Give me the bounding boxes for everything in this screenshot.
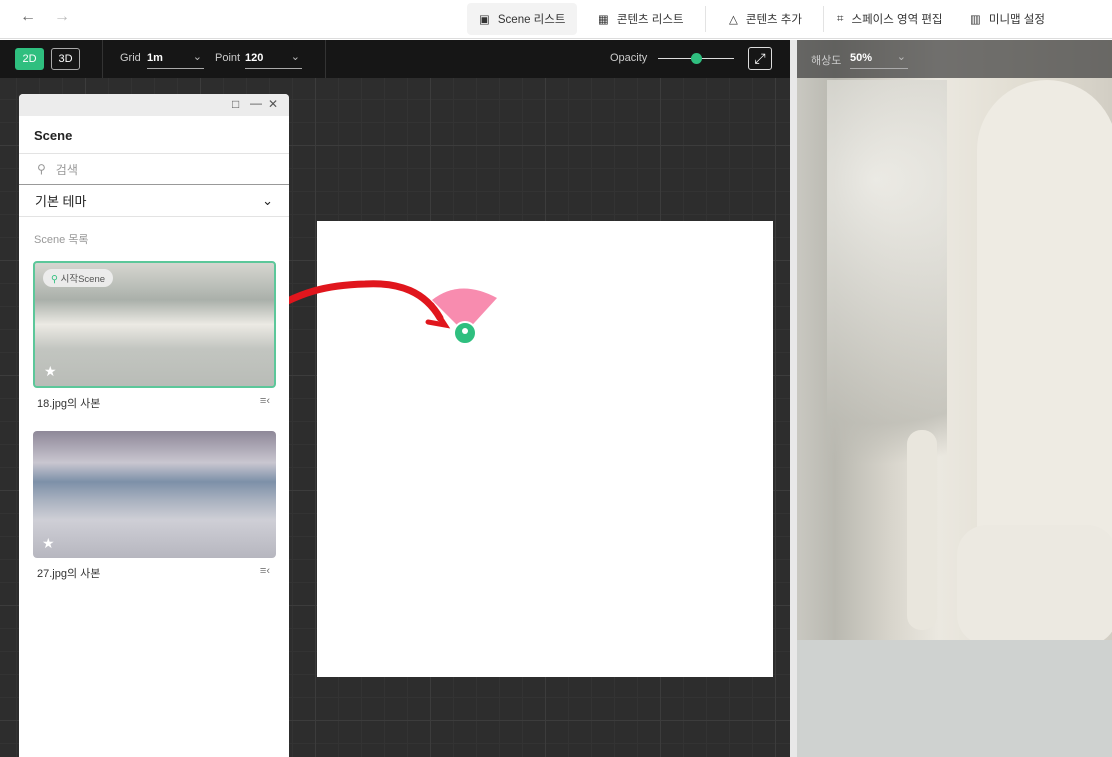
start-scene-badge: ⚲ 시작Scene: [43, 269, 114, 287]
divider: [102, 40, 103, 78]
maximize-icon[interactable]: □: [232, 97, 239, 111]
scene-list-title: Scene 목록: [34, 234, 89, 246]
divider: [823, 6, 824, 32]
opacity-label: Opacity: [610, 52, 648, 64]
close-icon[interactable]: ✕: [268, 97, 278, 111]
chevron-down-icon: ⌄: [192, 51, 202, 63]
opacity-slider-handle[interactable]: [691, 53, 702, 64]
chevron-down-icon: ⌄: [896, 51, 906, 63]
menu-icon[interactable]: ≡‹: [260, 565, 270, 601]
grid-label: Grid: [120, 52, 141, 64]
scene-name: 18.jpg의 사본: [37, 398, 101, 410]
chevron-down-icon: ⌄: [290, 51, 300, 63]
menu-icon[interactable]: ≡‹: [260, 395, 270, 431]
focus-icon: ⌗: [837, 12, 844, 25]
resolution-label: 해상도: [811, 55, 842, 67]
search-icon: ⚲: [37, 162, 46, 176]
split-handle[interactable]: [790, 40, 797, 757]
scene-thumbnail[interactable]: ⚲ 시작Scene ★: [33, 261, 276, 388]
resolution-select[interactable]: 50% ⌄: [850, 49, 908, 69]
star-icon[interactable]: ★: [44, 363, 57, 380]
preview-toolbar: 해상도 50% ⌄: [797, 40, 1112, 78]
expand-icon[interactable]: ⤢: [748, 47, 772, 70]
panel-title: Scene: [19, 116, 289, 154]
divider: [325, 40, 326, 78]
scene-card[interactable]: ⚲ 시작Scene ★ 18.jpg의 사본 ≡‹: [33, 261, 276, 431]
point-select[interactable]: 120 ⌄: [245, 49, 302, 69]
scene-card[interactable]: ★ 27.jpg의 사본 ≡‹: [33, 431, 276, 601]
pin-icon: ⚲: [51, 274, 58, 285]
star-icon[interactable]: ★: [42, 535, 55, 552]
tab-space-edit[interactable]: ⌗ 스페이스 영역 편집: [825, 3, 955, 35]
minimize-icon[interactable]: —: [250, 96, 262, 110]
scene-preview[interactable]: 해상도 50% ⌄: [797, 40, 1112, 757]
panel-header: □ — ✕: [19, 94, 289, 116]
chevron-down-icon: ⌄: [262, 192, 273, 208]
mode-3d-button[interactable]: 3D: [51, 48, 80, 70]
scene-panel: □ — ✕ Scene ⚲ 검색 기본 테마 ⌄ Scene 목록 ⚲ 시작Scen…: [19, 94, 289, 757]
scene-thumbnail[interactable]: ★: [33, 431, 276, 558]
grid-select[interactable]: 1m ⌄: [147, 49, 204, 69]
toolbar: 2D 3D Grid 1m ⌄ Point 120 ⌄ Opacity: [0, 40, 790, 78]
map-icon: ▥: [970, 14, 981, 26]
search-input[interactable]: ⚲ 검색: [19, 154, 289, 185]
tab-minimap[interactable]: ▥ 미니맵 설정: [958, 3, 1057, 35]
scene-name: 27.jpg의 사본: [37, 568, 101, 580]
theme-select[interactable]: 기본 테마 ⌄: [19, 185, 289, 217]
point-label: Point: [215, 52, 241, 64]
mode-2d-button[interactable]: 2D: [15, 48, 44, 70]
